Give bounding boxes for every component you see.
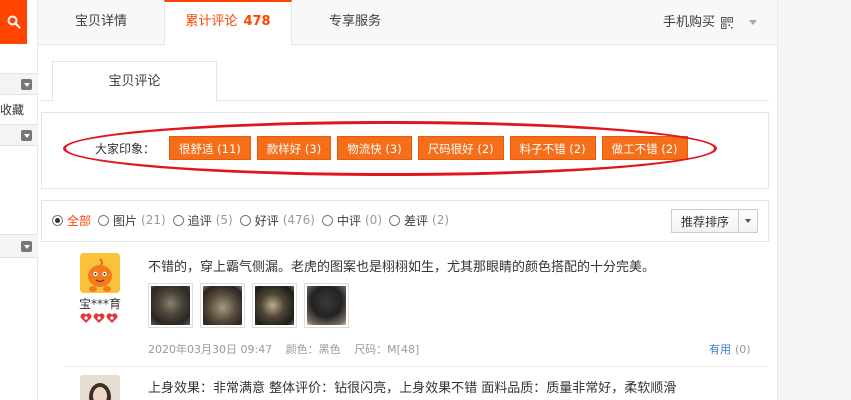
filter-followup[interactable]: 追评 (5)	[172, 212, 233, 229]
reviewer-level-badges	[80, 313, 118, 323]
radio-button[interactable]	[239, 214, 251, 226]
sort-label: 推荐排序	[680, 214, 729, 229]
tab-services[interactable]: 专享服务	[292, 0, 418, 45]
mobile-buy-label: 手机购买	[662, 15, 715, 30]
review-photo-thumbnail[interactable]	[148, 283, 193, 328]
collapse-icon[interactable]	[21, 241, 32, 252]
chevron-down-icon[interactable]	[738, 210, 757, 232]
heart-badge-icon	[80, 313, 92, 323]
filter-count: (21)	[141, 213, 166, 227]
impression-tag[interactable]: 款样好 (3)	[256, 136, 332, 160]
user-avatar-icon	[80, 375, 120, 400]
review-content: 不错的，穿上霸气侧漏。老虎的图案也是栩栩如生，尤其那眼睛的颜色搭配的十分完美。	[148, 260, 656, 275]
impression-tag[interactable]: 很舒适 (11)	[169, 136, 251, 160]
filter-count: (5)	[215, 213, 233, 227]
heart-badge-icon	[93, 313, 105, 323]
tab-reviews[interactable]: 累计评论 478	[164, 0, 292, 46]
left-panel-row	[0, 124, 38, 146]
reviewer-name[interactable]: 宝***育	[72, 295, 128, 312]
impression-tag[interactable]: 物流快 (3)	[337, 136, 412, 160]
favorites-label[interactable]: 收藏	[0, 101, 38, 118]
search-button[interactable]	[0, 0, 27, 44]
filter-all[interactable]: 全部	[52, 212, 91, 229]
filter-neutral[interactable]: 中评 (0)	[321, 212, 382, 229]
left-sidebar: 收藏	[0, 0, 38, 400]
filter-count: (0)	[365, 213, 382, 227]
filter-label: 好评	[254, 213, 279, 228]
filter-label: 中评	[336, 213, 361, 228]
collapse-icon[interactable]	[21, 79, 32, 90]
left-panel-row	[0, 234, 38, 258]
impression-tag[interactable]: 料子不错 (2)	[509, 136, 596, 160]
filter-label: 追评	[187, 213, 212, 228]
useful-label[interactable]: 有用	[709, 343, 731, 356]
impression-tag[interactable]: 做工不错 (2)	[601, 136, 688, 160]
radio-button[interactable]	[172, 214, 184, 226]
collapse-icon[interactable]	[21, 130, 32, 141]
tab-label: 专享服务	[328, 14, 381, 29]
filter-label: 图片	[113, 213, 138, 228]
right-side-column	[777, 0, 851, 400]
review-filters: 全部 图片 (21) 追评 (5) 好评 (476) 中评 (0) 差评 (2)	[52, 211, 456, 229]
qr-code-icon	[721, 16, 733, 29]
review-meta: 2020年03月30日 09:47 颜色：黑色 尺码：M[48]	[148, 341, 429, 357]
review-photo-thumbnail[interactable]	[252, 283, 297, 328]
review-date: 2020年03月30日 09:47	[148, 343, 273, 356]
filter-label: 差评	[404, 213, 429, 228]
tab-label: 宝贝详情	[74, 14, 127, 29]
review-photo-thumbnail[interactable]	[304, 283, 349, 328]
sort-dropdown[interactable]: 推荐排序	[671, 209, 758, 233]
user-avatar-icon	[80, 253, 120, 293]
filter-count: (2)	[432, 213, 450, 227]
filter-count: (476)	[282, 213, 315, 227]
filter-label: 全部	[67, 213, 92, 228]
review-photos	[148, 283, 349, 328]
filter-photos[interactable]: 图片 (21)	[98, 212, 166, 229]
avatar[interactable]	[80, 375, 120, 400]
review-content: 上身效果：非常满意 整体评价：钻很闪亮，上身效果不错 面料品质：质量非常好，柔软…	[148, 381, 677, 396]
review-sku-color: 颜色：黑色	[285, 343, 341, 356]
filter-negative[interactable]: 差评 (2)	[389, 212, 449, 229]
tab-item-reviews[interactable]: 宝贝评论	[52, 61, 217, 102]
tab-label: 累计评论	[185, 14, 238, 29]
review-count: 478	[243, 14, 271, 29]
impression-tag[interactable]: 尺码很好 (2)	[417, 136, 504, 160]
radio-button[interactable]	[321, 214, 333, 226]
useful-count: (0)	[735, 343, 751, 356]
impression-tags: 大家印象： 很舒适 (11) 款样好 (3) 物流快 (3) 尺码很好 (2) …	[55, 135, 694, 161]
heart-badge-icon	[106, 313, 118, 323]
review-sku-size: 尺码：M[48]	[354, 343, 420, 356]
tab-item-details[interactable]: 宝贝详情	[38, 0, 164, 45]
radio-button[interactable]	[52, 214, 63, 226]
review-photo-thumbnail[interactable]	[200, 283, 245, 328]
detail-tab-bar: 宝贝详情 累计评论 478 专享服务 手机购买	[38, 0, 777, 46]
search-icon	[7, 15, 21, 29]
useful-button[interactable]: 有用 (0)	[709, 341, 751, 357]
left-panel-row	[0, 73, 38, 95]
radio-button[interactable]	[98, 214, 110, 226]
chevron-down-icon	[749, 20, 757, 25]
radio-button[interactable]	[389, 214, 400, 226]
filter-positive[interactable]: 好评 (476)	[239, 212, 315, 229]
impression-label: 大家印象：	[95, 141, 156, 156]
divider	[64, 366, 768, 367]
mobile-buy-button[interactable]: 手机购买	[663, 0, 757, 45]
avatar[interactable]	[80, 253, 120, 293]
